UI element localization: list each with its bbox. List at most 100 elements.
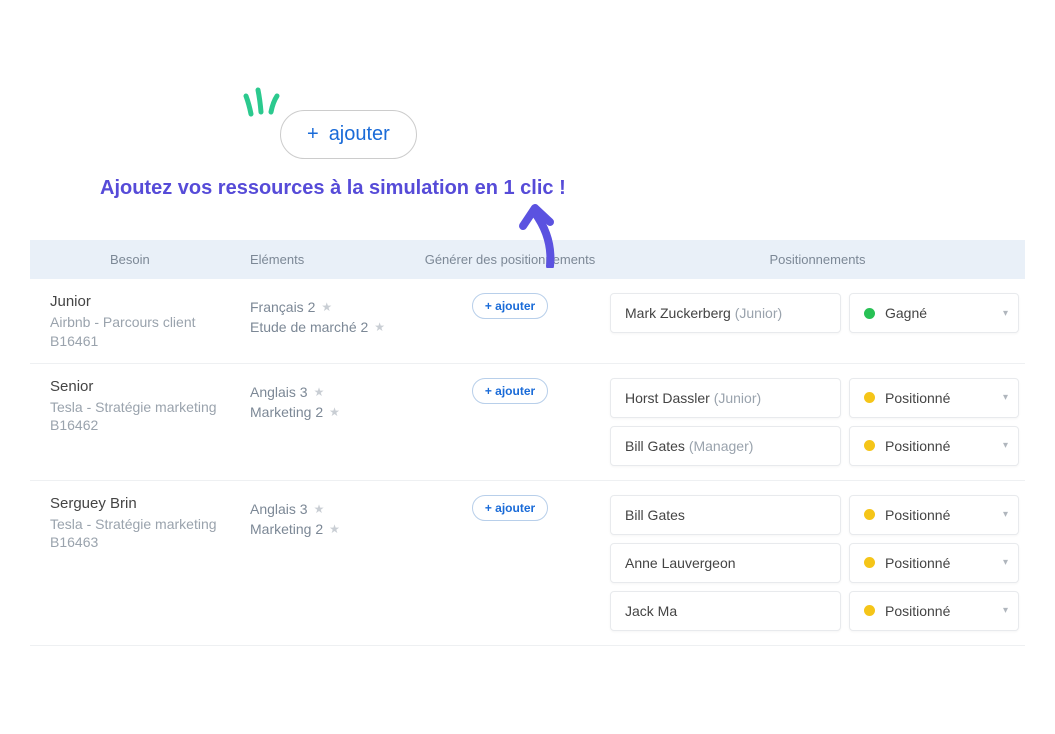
header-positionnements: Positionnements [610,252,1025,267]
position-name-card[interactable]: Anne Lauvergeon [610,543,841,583]
star-icon: ★ [321,300,332,314]
position-role: (Manager) [689,438,754,454]
status-label: Positionné [885,438,950,454]
besoin-subtitle: Tesla - Stratégie marketing [50,515,240,535]
status-dot-icon [864,392,875,403]
status-label: Positionné [885,603,950,619]
status-dot-icon [864,308,875,319]
element-item: Anglais 3 ★ [250,384,410,400]
status-dot-icon [864,605,875,616]
position-row: Anne Lauvergeon Positionné ▾ [610,543,1019,583]
status-dot-icon [864,557,875,568]
cell-generer: + ajouter [410,378,610,404]
besoin-title: Serguey Brin [50,495,240,512]
position-row: Horst Dassler (Junior) Positionné ▾ [610,378,1019,418]
position-row: Jack Ma Positionné ▾ [610,591,1019,631]
position-name-card[interactable]: Jack Ma [610,591,841,631]
add-button-row[interactable]: + ajouter [472,378,548,404]
chevron-down-icon: ▾ [1003,509,1008,520]
besoin-title: Junior [50,293,240,310]
star-icon: ★ [374,320,385,334]
position-status-dropdown[interactable]: Positionné ▾ [849,543,1019,583]
position-person-name: Mark Zuckerberg [625,305,731,321]
chevron-down-icon: ▾ [1003,392,1008,403]
position-role: (Junior) [714,390,761,406]
position-person-name: Anne Lauvergeon [625,555,736,571]
element-item: Marketing 2 ★ [250,404,410,420]
cell-elements: Anglais 3 ★Marketing 2 ★ [250,378,410,424]
element-item: Anglais 3 ★ [250,501,410,517]
cell-positionnements: Horst Dassler (Junior)Positionné▾Bill Ga… [610,378,1025,466]
position-name-card[interactable]: Horst Dassler (Junior) [610,378,841,418]
position-row: Bill Gates (Manager) Positionné ▾ [610,426,1019,466]
position-name-card[interactable]: Mark Zuckerberg (Junior) [610,293,841,333]
element-name: Marketing 2 [250,404,323,420]
position-role: (Junior) [735,305,782,321]
add-button-row[interactable]: + ajouter [472,495,548,521]
cell-positionnements: Bill Gates Positionné ▾ Anne Lauvergeon Posi… [610,495,1025,631]
besoin-code: B16463 [50,534,240,550]
table-body: Junior Airbnb - Parcours clientB16461 Fran… [30,279,1025,646]
position-person-name: Horst Dassler [625,390,710,406]
element-name: Etude de marché 2 [250,319,368,335]
chevron-down-icon: ▾ [1003,440,1008,451]
table-row: Junior Airbnb - Parcours clientB16461 Fran… [30,279,1025,364]
cell-besoin: Senior Tesla - Stratégie marketingB16462 [30,378,250,434]
position-person-name: Bill Gates [625,507,685,523]
position-status-dropdown[interactable]: Positionné ▾ [849,426,1019,466]
star-icon: ★ [314,385,325,399]
besoin-title: Senior [50,378,240,395]
status-label: Positionné [885,555,950,571]
element-name: Anglais 3 [250,501,308,517]
cell-besoin: Serguey Brin Tesla - Stratégie marketingB… [30,495,250,551]
besoin-subtitle: Tesla - Stratégie marketing [50,398,240,418]
element-item: Etude de marché 2 ★ [250,319,410,335]
besoin-table: Besoin Eléments Générer des positionneme… [30,240,1025,646]
status-label: Positionné [885,390,950,406]
status-label: Positionné [885,507,950,523]
status-dot-icon [864,440,875,451]
add-button-main-label: ajouter [329,123,390,146]
header-elements: Eléments [250,252,410,267]
position-row: Mark Zuckerberg (Junior) Gagné ▾ [610,293,1019,333]
position-name-card[interactable]: Bill Gates (Manager) [610,426,841,466]
header-generer: Générer des positionnements [410,252,610,267]
position-status-dropdown[interactable]: Positionné ▾ [849,378,1019,418]
header-besoin: Besoin [30,252,250,267]
element-item: Marketing 2 ★ [250,521,410,537]
position-name-card[interactable]: Bill Gates [610,495,841,535]
position-person-name: Jack Ma [625,603,677,619]
element-name: Anglais 3 [250,384,308,400]
table-row: Serguey BrinTesla - Stratégie marketingB… [30,481,1025,646]
element-item: Français 2 ★ [250,299,410,315]
cell-elements: Français 2 ★Etude de marché 2 ★ [250,293,410,339]
element-name: Français 2 [250,299,315,315]
position-row: Bill Gates Positionné ▾ [610,495,1019,535]
star-icon: ★ [329,405,340,419]
cell-positionnements: Mark Zuckerberg (Junior) Gagné ▾ [610,293,1025,333]
add-button-row[interactable]: + ajouter [472,293,548,319]
status-dot-icon [864,509,875,520]
chevron-down-icon: ▾ [1003,308,1008,319]
add-button-main[interactable]: + ajouter [280,110,417,159]
besoin-subtitle: Airbnb - Parcours client [50,313,240,333]
hero-tagline: Ajoutez vos ressources à la simulation e… [100,177,1015,200]
star-icon: ★ [329,522,340,536]
cell-generer: + ajouter [410,495,610,521]
table-row: Senior Tesla - Stratégie marketingB16462 A… [30,364,1025,481]
chevron-down-icon: ▾ [1003,557,1008,568]
cell-besoin: Junior Airbnb - Parcours clientB16461 [30,293,250,349]
plus-icon: + [307,123,319,146]
position-status-dropdown[interactable]: Gagné ▾ [849,293,1019,333]
besoin-code: B16462 [50,417,240,433]
hero-section: + ajouter Ajoutez vos ressources à la si… [0,0,1055,230]
status-label: Gagné [885,305,927,321]
chevron-down-icon: ▾ [1003,605,1008,616]
position-status-dropdown[interactable]: Positionné ▾ [849,591,1019,631]
position-status-dropdown[interactable]: Positionné ▾ [849,495,1019,535]
arrow-icon [515,198,565,268]
besoin-code: B16461 [50,333,240,349]
cell-elements: Anglais 3 ★Marketing 2 ★ [250,495,410,541]
sparkle-icon [243,82,283,122]
cell-generer: + ajouter [410,293,610,319]
